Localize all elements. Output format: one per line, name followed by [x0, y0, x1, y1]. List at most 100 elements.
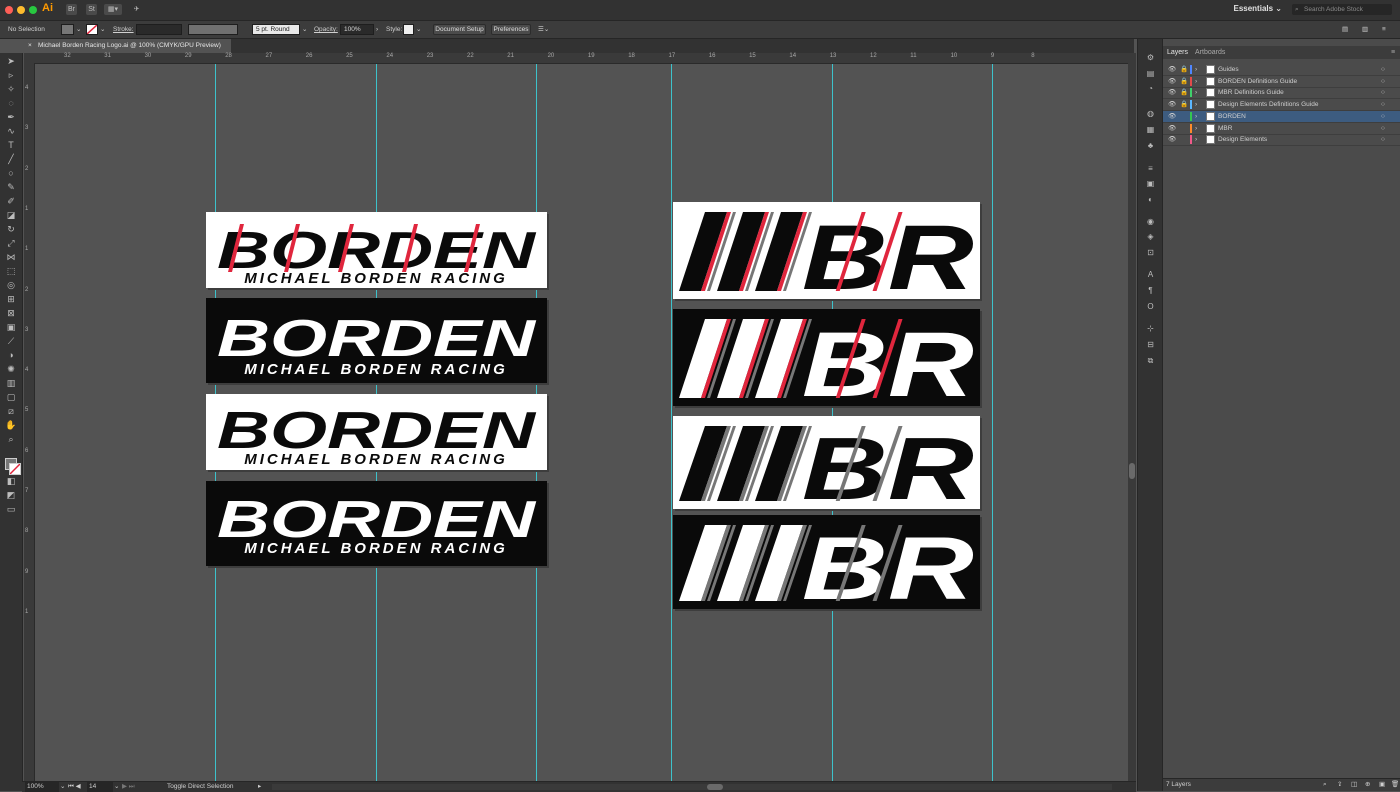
mbr-logo-white-color[interactable]: BR — [673, 202, 980, 299]
chevron-right-icon[interactable]: › — [1195, 111, 1197, 122]
vertical-scrollbar[interactable] — [1128, 53, 1136, 781]
horizontal-ruler[interactable]: 32 31 30 29 28 27 26 25 24 23 22 21 20 19 18 17 16 15 14 13… — [24, 53, 1134, 64]
chevron-down-icon[interactable]: ⌄ — [100, 21, 105, 38]
layer-row[interactable]: 👁 › Design Elements ○ — [1163, 134, 1400, 147]
properties-icon[interactable]: ⚙ — [1145, 53, 1156, 63]
column-graph-icon[interactable]: ▥ — [5, 378, 17, 389]
panel-menu-icon[interactable]: ≡ — [1391, 46, 1395, 59]
artboard-tool-icon[interactable]: ▢ — [5, 392, 17, 403]
layer-name[interactable]: MBR Definitions Guide — [1218, 87, 1284, 98]
gradient-icon[interactable]: ▣ — [1145, 179, 1156, 189]
stroke-label[interactable]: Stroke: — [113, 21, 134, 38]
slice-tool-icon[interactable]: ⧄ — [5, 406, 17, 417]
chevron-down-icon[interactable]: ⌄ — [302, 21, 307, 38]
symbols-icon[interactable]: ⊡ — [1145, 248, 1156, 258]
chevron-right-icon[interactable]: › — [1195, 134, 1197, 145]
paragraph-icon[interactable]: ¶ — [1145, 286, 1156, 296]
stroke-icon[interactable]: ≡ — [1145, 164, 1156, 174]
arrange-icon[interactable]: ☰⌄ — [538, 21, 549, 38]
horizontal-scrollbar[interactable] — [272, 784, 1112, 790]
brush-definition[interactable]: 5 pt. Round — [252, 24, 300, 35]
chevron-right-icon[interactable]: › — [1195, 123, 1197, 134]
opacity-field[interactable]: 100% — [340, 24, 374, 35]
mbr-logo-black-mono[interactable]: BR — [673, 515, 980, 609]
line-tool-icon[interactable]: ╱ — [5, 154, 17, 165]
eraser-icon[interactable]: ◪ — [5, 210, 17, 221]
color-guide-icon[interactable]: ◔ — [1145, 84, 1156, 94]
guide-line[interactable] — [671, 64, 672, 781]
document-setup-button[interactable]: Document Setup — [433, 24, 486, 35]
swatches-icon[interactable]: ▦ — [1145, 125, 1156, 135]
layer-row[interactable]: 👁 🔒 › Guides ○ — [1163, 64, 1400, 76]
stroke-swatch[interactable] — [86, 24, 98, 35]
layer-row[interactable]: 👁 › MBR ○ — [1163, 123, 1400, 135]
align-icon[interactable]: ⊟ — [1145, 340, 1156, 350]
curvature-tool-icon[interactable]: ∿ — [5, 126, 17, 137]
clipping-mask-icon[interactable]: ◫ — [1351, 779, 1357, 790]
target-icon[interactable]: ○ — [1381, 87, 1385, 98]
brushes-icon[interactable]: ♣ — [1145, 141, 1156, 151]
borden-logo-black-mono[interactable]: BORDEN MICHAEL BORDEN RACING — [206, 481, 547, 566]
mbr-logo-white-mono[interactable]: BR — [673, 416, 980, 509]
eye-icon[interactable]: 👁 — [1168, 64, 1176, 75]
zoom-tool-icon[interactable]: ⌕ — [5, 434, 17, 445]
eye-icon[interactable]: 👁 — [1168, 99, 1176, 110]
layer-name[interactable]: Design Elements Definitions Guide — [1218, 99, 1318, 110]
chevron-right-icon[interactable]: › — [1195, 87, 1197, 98]
tab-artboards[interactable]: Artboards — [1195, 46, 1225, 59]
eye-icon[interactable]: 👁 — [1168, 134, 1176, 145]
graphic-style-swatch[interactable] — [403, 24, 414, 35]
chevron-down-icon[interactable]: ⌄ — [416, 21, 421, 38]
target-icon[interactable]: ○ — [1381, 111, 1385, 122]
transparency-icon[interactable]: ◐ — [1145, 195, 1156, 205]
eye-icon[interactable]: 👁 — [1168, 111, 1176, 122]
borden-logo-white-mono[interactable]: BORDEN MICHAEL BORDEN RACING — [206, 394, 547, 470]
close-tab-icon[interactable]: × — [28, 39, 32, 53]
panel-toggle-icon[interactable]: ▤ — [1342, 21, 1348, 38]
layer-name[interactable]: Design Elements — [1218, 134, 1267, 145]
workspace-switcher[interactable]: Essentials ⌄ — [1233, 4, 1282, 13]
target-icon[interactable]: ○ — [1381, 64, 1385, 75]
shape-builder-icon[interactable]: ◎ — [5, 280, 17, 291]
selection-tool-icon[interactable]: ➤ — [5, 56, 17, 67]
scale-tool-icon[interactable]: ⤢ — [5, 238, 17, 249]
eyedropper-icon[interactable]: ⟋ — [5, 336, 17, 347]
blend-tool-icon[interactable]: ◑ — [5, 350, 17, 361]
chevron-down-icon[interactable]: ⌄ — [76, 21, 81, 38]
transform-icon[interactable]: ⊹ — [1145, 324, 1156, 334]
trash-icon[interactable]: 🗑 — [1391, 779, 1399, 790]
free-transform-icon[interactable]: ⬚ — [5, 266, 17, 277]
character-icon[interactable]: A — [1145, 270, 1156, 280]
graphic-styles-icon[interactable]: ◈ — [1145, 232, 1156, 242]
chevron-right-icon[interactable]: › — [1195, 76, 1197, 87]
lasso-icon[interactable]: ◌ — [5, 98, 17, 109]
eye-icon[interactable]: 👁 — [1168, 123, 1176, 134]
paintbrush-icon[interactable]: ✎ — [5, 182, 17, 193]
direct-selection-tool-icon[interactable]: ▹ — [5, 70, 17, 81]
chevron-right-icon[interactable]: › — [376, 21, 378, 38]
ellipse-tool-icon[interactable]: ○ — [5, 168, 17, 179]
document-tab[interactable]: × Michael Borden Racing Logo.ai @ 100% (… — [24, 39, 231, 53]
stock-button[interactable]: St — [86, 4, 97, 15]
color-icon[interactable]: ◍ — [1145, 109, 1156, 119]
lock-icon[interactable]: 🔒 — [1180, 76, 1188, 87]
stock-search-input[interactable]: ⌕ Search Adobe Stock — [1292, 4, 1392, 15]
export-icon[interactable]: ⇪ — [1337, 779, 1342, 790]
target-icon[interactable]: ○ — [1381, 134, 1385, 145]
layer-name[interactable]: BORDEN Definitions Guide — [1218, 76, 1297, 87]
opacity-label[interactable]: Opacity: — [314, 21, 338, 38]
layer-row[interactable]: 👁 🔒 › BORDEN Definitions Guide ○ — [1163, 76, 1400, 88]
stroke-weight-field[interactable] — [136, 24, 182, 35]
borden-logo-black-color[interactable]: BORDEN MICHAEL BORDEN RACING — [206, 298, 547, 383]
chevron-right-icon[interactable]: › — [1195, 99, 1197, 110]
layer-name[interactable]: MBR — [1218, 123, 1232, 134]
symbol-sprayer-icon[interactable]: ✺ — [5, 364, 17, 375]
mbr-logo-black-color[interactable]: BR — [673, 309, 980, 406]
layer-row[interactable]: 👁 › BORDEN ○ — [1163, 110, 1400, 123]
guide-line[interactable] — [992, 64, 993, 781]
scroll-thumb[interactable] — [1129, 463, 1135, 479]
draw-mode-icon[interactable]: ◩ — [5, 490, 17, 501]
libraries-icon[interactable]: ▤ — [1145, 69, 1156, 79]
color-mode-icon[interactable]: ◧ — [5, 476, 17, 487]
lock-icon[interactable]: 🔒 — [1180, 87, 1188, 98]
